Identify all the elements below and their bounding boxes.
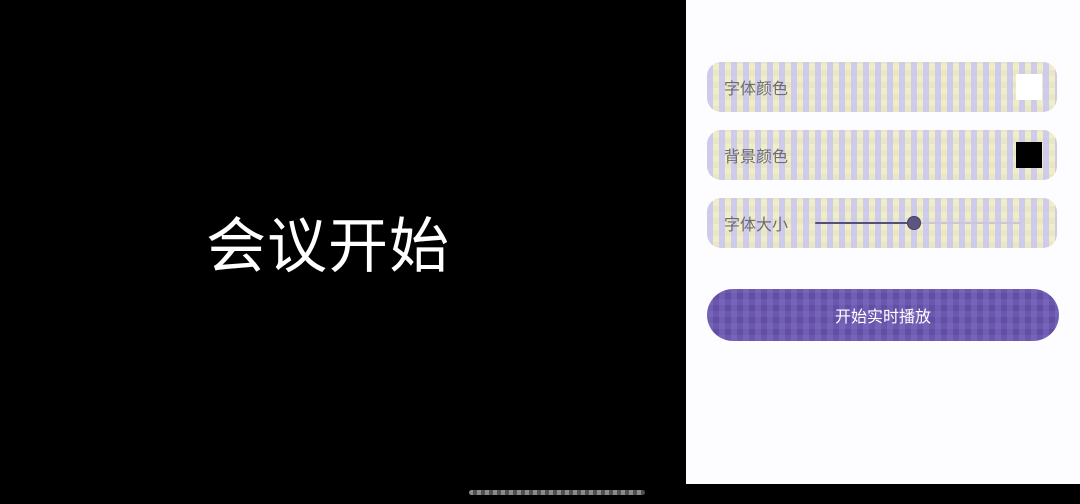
settings-panel: 字体颜色 背景颜色 字体大小 开始实时播放 (686, 0, 1080, 484)
font-color-swatch[interactable] (1016, 74, 1042, 100)
background-color-label: 背景颜色 (724, 147, 789, 166)
font-color-label: 字体颜色 (724, 79, 789, 98)
font-size-slider[interactable] (815, 216, 1021, 230)
background-color-swatch[interactable] (1016, 142, 1042, 168)
start-live-button[interactable]: 开始实时播放 (707, 289, 1059, 341)
font-size-row: 字体大小 (707, 198, 1057, 248)
font-color-row[interactable]: 字体颜色 (707, 62, 1057, 112)
slider-thumb[interactable] (906, 216, 921, 230)
home-indicator[interactable] (469, 490, 645, 495)
app-screen: 会议开始 字体颜色 背景颜色 字体大小 开始实时播放 (0, 0, 1080, 504)
subtitle-preview: 会议开始 (0, 0, 686, 504)
slider-fill (815, 222, 914, 224)
background-color-row[interactable]: 背景颜色 (707, 130, 1057, 180)
font-size-label: 字体大小 (724, 215, 789, 234)
preview-text: 会议开始 (206, 212, 450, 282)
